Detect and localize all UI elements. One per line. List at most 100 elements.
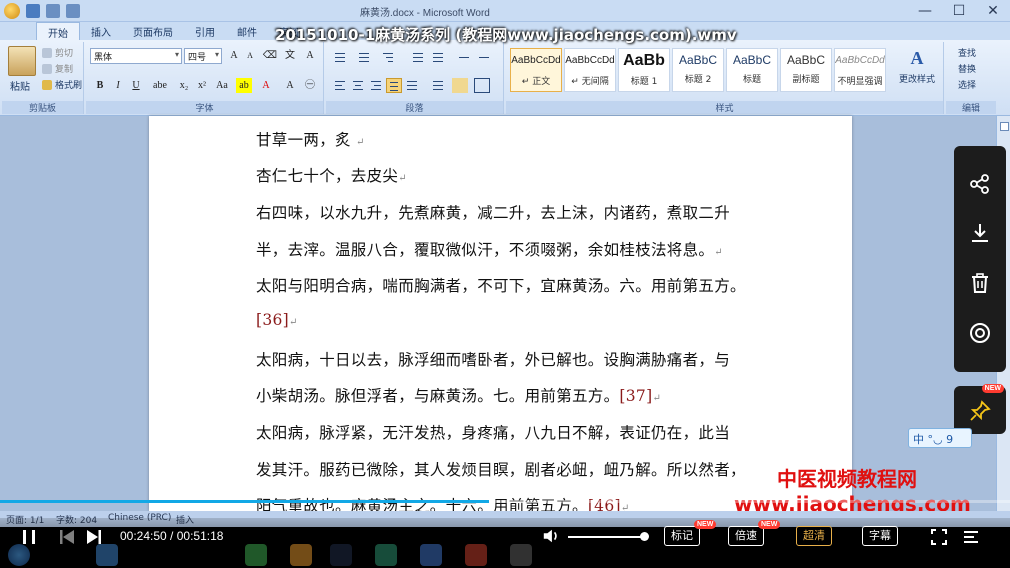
show-marks-button[interactable] [476,50,492,65]
subscript-button[interactable]: x₂ [176,78,192,93]
new-badge: NEW [981,384,1004,393]
style-heading-1[interactable]: AaBb 标题 1 [618,48,670,92]
decrease-indent-button[interactable] [410,50,426,65]
style-heading-2[interactable]: AaBbC 标题 2 [672,48,724,92]
style-name: 标题 1 [630,77,658,87]
distributed-button[interactable] [404,78,420,93]
target-icon [970,323,990,343]
chinese-layout-button[interactable] [456,50,472,65]
delete-button[interactable] [965,268,995,298]
strikethrough-button[interactable]: abe [152,78,168,93]
taskbar-app-icon [465,544,487,566]
style-title[interactable]: AaBbC 标题 [726,48,778,92]
target-button[interactable] [965,318,995,348]
phonetic-guide-button[interactable]: 文 [282,48,298,63]
shrink-font-button[interactable]: A [242,48,258,63]
editing-group: 查找 替换 选择 编辑 [946,42,996,114]
highlight-button[interactable]: ab [236,78,252,93]
style-preview: AaBbC [678,53,718,67]
shading-button[interactable] [452,78,468,93]
style-no-spacing[interactable]: AaBbCcDd ↵ 无间隔 [564,48,616,92]
underline-button[interactable]: U [128,78,144,93]
format-painter-button[interactable]: 格式刷 [42,78,82,91]
grow-font-button[interactable]: A [226,48,242,63]
superscript-button[interactable]: x² [194,78,210,93]
tab-insert[interactable]: 插入 [80,22,122,40]
video-title: 20151010-1麻黄汤系列 (教程网www.jiaochengs.com).… [275,26,737,44]
increase-indent-button[interactable] [430,50,446,65]
next-icon[interactable] [85,528,103,546]
maximize-button[interactable]: ☐ [942,0,976,22]
speed-button[interactable]: 倍速 [728,526,764,546]
save-icon[interactable] [26,4,40,18]
progress-bar[interactable] [0,500,1010,503]
tab-references[interactable]: 引用 [184,22,226,40]
ribbon: 粘贴 剪切 复制 格式刷 剪贴板 黑体 四号 A A ⌫ 文 A B I U a… [0,40,1010,116]
fullscreen-icon[interactable] [930,528,948,546]
change-styles-button[interactable]: A 更改样式 [898,48,936,85]
align-right-button[interactable] [368,78,384,93]
office-button-icon[interactable] [4,3,20,19]
tab-page-layout[interactable]: 页面布局 [122,22,184,40]
bookmark-button[interactable]: 标记 [664,526,700,546]
paragraph-mark: ↵ [652,393,662,404]
font-color-button[interactable]: A [258,78,274,93]
italic-button[interactable]: I [110,78,126,93]
quality-button[interactable]: 超清 [796,526,832,546]
ime-toolbar[interactable]: 中 °◡ 9 [908,428,972,448]
font-size-select[interactable]: 四号 [184,48,222,64]
redo-icon[interactable] [66,4,80,18]
pause-icon[interactable] [20,528,38,546]
clear-format-button[interactable]: ⌫ [262,48,278,63]
align-center-button[interactable] [350,78,366,93]
paragraph-mark: ↵ [289,317,298,328]
previous-icon[interactable] [58,528,76,546]
find-button[interactable]: 查找 [958,46,976,59]
download-button[interactable] [965,218,995,248]
tab-mailings[interactable]: 邮件 [226,22,268,40]
change-case-button[interactable]: Aa [214,78,230,93]
style-subtle-emphasis[interactable]: AaBbCcDd 不明显强调 [834,48,886,92]
doc-line-text: 发其汗。服药已微除，其人发烦目瞑，剧者必衄，衄乃解。所以然者， [256,461,746,479]
style-subtitle[interactable]: AaBbC 副标题 [780,48,832,92]
borders-button[interactable] [474,78,490,93]
select-button[interactable]: 选择 [958,78,976,91]
bold-button[interactable]: B [92,78,108,93]
reference-number: [36] [256,311,290,329]
copy-button[interactable]: 复制 [42,62,73,75]
volume-slider[interactable] [568,536,646,538]
justify-button[interactable] [386,78,402,93]
style-preview: AaBbCcDd [835,55,885,66]
subtitle-button[interactable]: 字幕 [862,526,898,546]
close-button[interactable]: ✕ [976,0,1010,22]
replace-button[interactable]: 替换 [958,62,976,75]
cut-button[interactable]: 剪切 [42,46,73,59]
enclose-char-button[interactable]: ㊀ [302,78,318,93]
font-family-select[interactable]: 黑体 [90,48,182,64]
style-name: ↵ 正文 [521,77,551,87]
pin-button[interactable]: NEW [954,384,1006,434]
playlist-icon[interactable] [962,528,980,546]
tab-home[interactable]: 开始 [36,22,80,40]
minimize-button[interactable]: — [908,0,942,22]
paste-icon[interactable] [8,46,36,76]
style-name: 标题 [742,75,761,85]
doc-line: 右四味，以水九升，先煮麻黄，减二升，去上沫，内诸药，煮取二升 [256,201,730,223]
bullets-button[interactable] [332,50,348,65]
undo-icon[interactable] [46,4,60,18]
style-normal[interactable]: AaBbCcDd ↵ 正文 [510,48,562,92]
document-page[interactable]: 甘草一两，炙 ↵ 杏仁七十个，去皮尖↵ 右四味，以水九升，先煮麻黄，减二升，去上… [149,116,852,511]
volume-knob[interactable] [640,532,649,541]
paste-button[interactable]: 粘贴 [10,78,30,93]
time-current: 00:24:50 [120,529,167,543]
char-border-button[interactable]: A [302,48,318,63]
multilevel-list-button[interactable] [380,50,396,65]
numbering-button[interactable] [356,50,372,65]
start-orb-icon [8,544,30,566]
align-left-button[interactable] [332,78,348,93]
volume-icon[interactable] [542,527,560,545]
char-shading-button[interactable]: A [282,78,298,93]
share-button[interactable] [965,169,995,199]
line-spacing-button[interactable] [430,78,446,93]
taskbar-app-icon [375,544,397,566]
